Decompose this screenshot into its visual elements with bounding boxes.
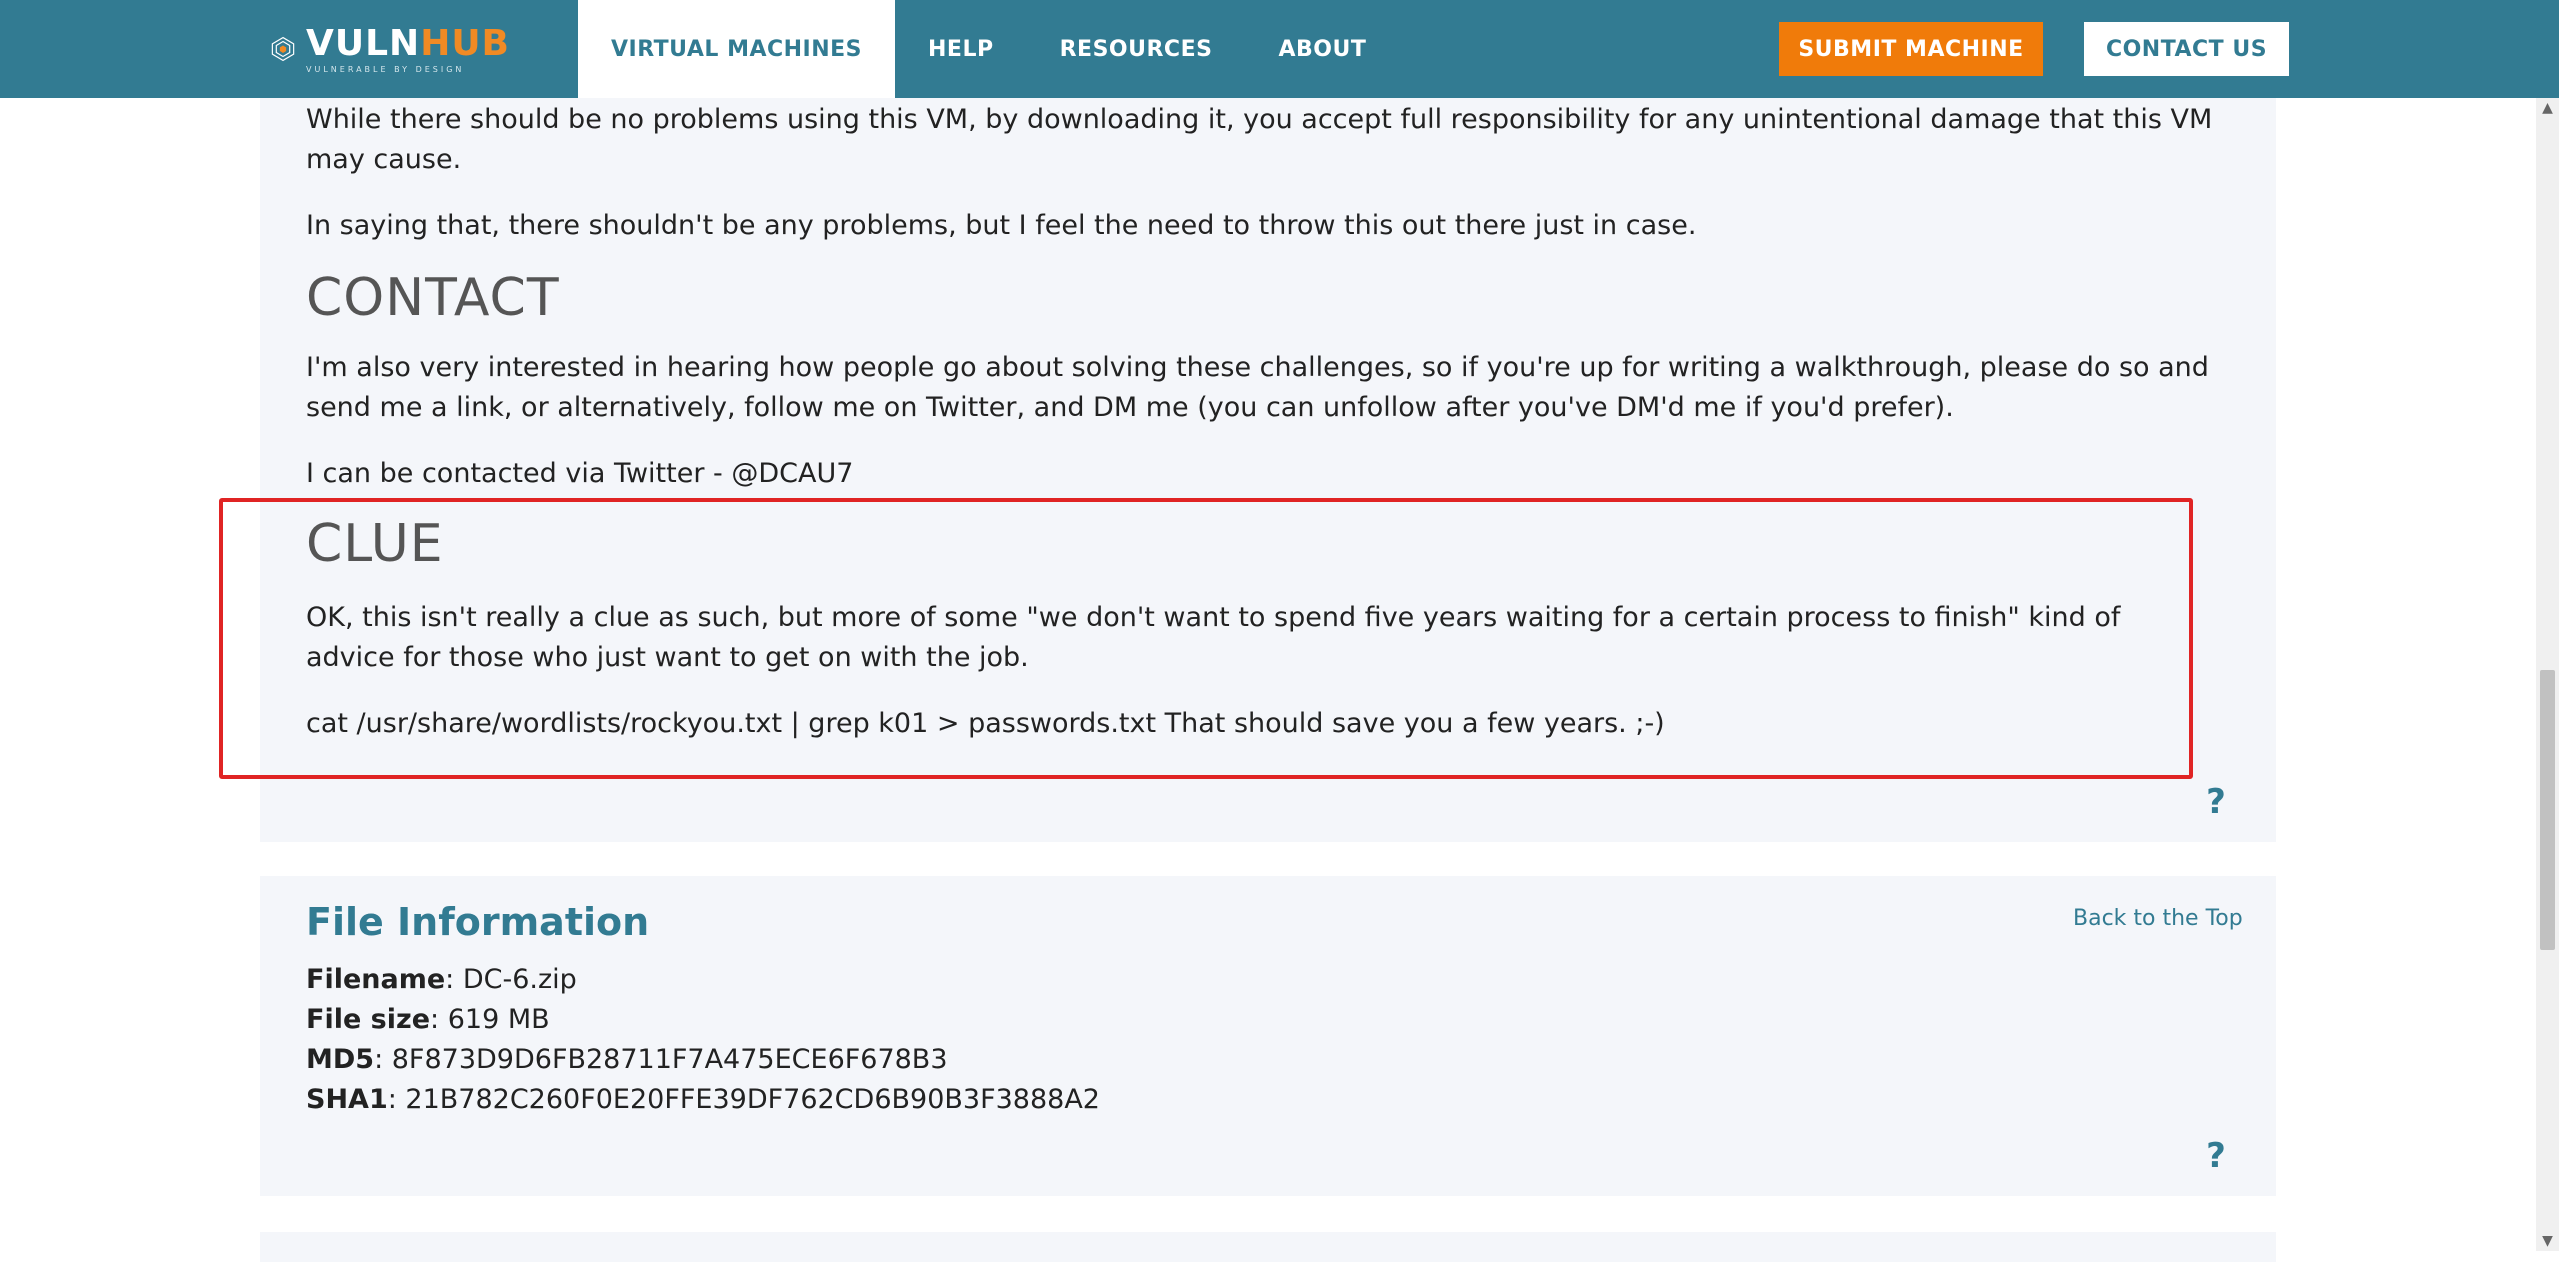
file-row-sha1: SHA1: 21B782C260F0E20FFE39DF762CD6B90B3F… (306, 1080, 1100, 1120)
submit-machine-button[interactable]: SUBMIT MACHINE (1779, 22, 2043, 76)
contact-us-button[interactable]: CONTACT US (2084, 22, 2289, 76)
filename-value: : DC-6.zip (445, 964, 577, 995)
file-row-filesize: File size: 619 MB (306, 1000, 550, 1040)
file-row-md5: MD5: 8F873D9D6FB28711F7A475ECE6F678B3 (306, 1040, 948, 1080)
nav-item-help[interactable]: HELP (895, 0, 1027, 98)
file-row-filename: Filename: DC-6.zip (306, 960, 577, 1000)
clue-heading: CLUE (306, 514, 444, 574)
contact-paragraph-2: I can be contacted via Twitter - @DCAU7 (306, 458, 854, 489)
back-to-top-link[interactable]: Back to the Top (2073, 906, 2243, 931)
next-section-panel (260, 1232, 2276, 1262)
logo-text: VULNHUB VULNERABLE BY DESIGN (306, 22, 510, 74)
contact-paragraph-1: I'm also very interested in hearing how … (306, 352, 2209, 423)
nav-item-about[interactable]: ABOUT (1245, 0, 1399, 98)
page-scrollbar[interactable]: ▲ ▼ (2536, 98, 2559, 1251)
clue-paragraph-1: OK, this isn't really a clue as such, bu… (306, 602, 2121, 673)
md5-label: MD5 (306, 1044, 375, 1075)
main-nav: VIRTUAL MACHINES HELP RESOURCES ABOUT (578, 0, 1399, 98)
filesize-value: : 619 MB (430, 1004, 550, 1035)
clue-command-paragraph: cat /usr/share/wordlists/rockyou.txt | g… (306, 708, 1665, 739)
disclaimer-paragraph-1: While there should be no problems using … (306, 104, 2213, 175)
help-question-icon[interactable]: ? (2201, 784, 2231, 820)
disclaimer-paragraph-2: In saying that, there shouldn't be any p… (306, 210, 1697, 241)
file-help-question-icon[interactable]: ? (2201, 1138, 2231, 1174)
file-information-title: File Information (306, 900, 650, 944)
nav-item-resources[interactable]: RESOURCES (1027, 0, 1246, 98)
scroll-down-arrow-icon[interactable]: ▼ (2536, 1231, 2559, 1251)
top-navbar: VULNHUB VULNERABLE BY DESIGN VIRTUAL MAC… (0, 0, 2559, 98)
md5-value: : 8F873D9D6FB28711F7A475ECE6F678B3 (374, 1044, 948, 1075)
sha1-value: : 21B782C260F0E20FFE39DF762CD6B90B3F3888… (387, 1084, 1100, 1115)
logo-tagline: VULNERABLE BY DESIGN (306, 64, 465, 74)
scroll-up-arrow-icon[interactable]: ▲ (2536, 98, 2559, 118)
logo-wordmark: VULNHUB (306, 22, 510, 64)
contact-heading: CONTACT (306, 268, 560, 328)
vulnhub-logo[interactable]: VULNHUB VULNERABLE BY DESIGN (270, 16, 510, 82)
sha1-label: SHA1 (306, 1084, 388, 1115)
scrollbar-thumb[interactable] (2540, 670, 2555, 950)
filesize-label: File size (306, 1004, 431, 1035)
logo-cube-icon (271, 36, 295, 62)
nav-item-virtual-machines[interactable]: VIRTUAL MACHINES (578, 0, 896, 98)
filename-label: Filename (306, 964, 446, 995)
